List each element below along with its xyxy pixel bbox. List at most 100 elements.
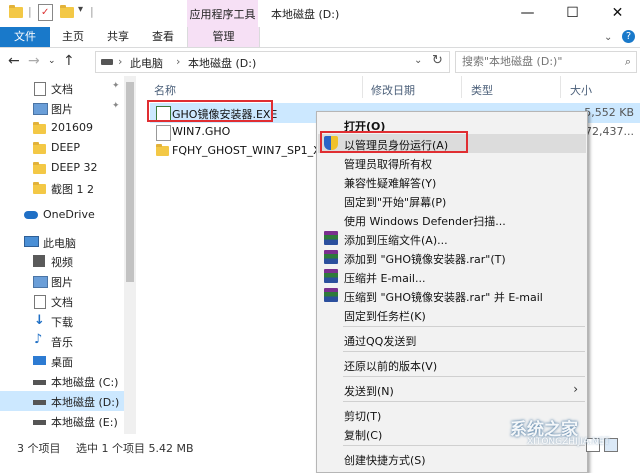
recent-locations-icon[interactable]: ⌄ [48,56,56,66]
tab-view[interactable]: 查看 [145,27,181,47]
nav-item-videos[interactable]: 视频 [0,251,124,271]
nav-item-this-pc[interactable]: 此电脑 [0,232,124,252]
file-icon [156,125,171,141]
tab-home[interactable]: 主页 [55,27,91,47]
menu-item-send-to[interactable]: 发送到(N) › [318,380,586,399]
folder-icon [33,162,46,174]
tab-manage[interactable]: 管理 [187,27,260,47]
pin-icon: ✦ [112,81,120,91]
menu-separator [343,401,585,402]
breadcrumb-this-pc[interactable]: 此电脑 [130,55,163,71]
menu-item-compat-troubleshoot[interactable]: 兼容性疑难解答(Y) [318,172,586,191]
up-arrow-icon[interactable]: ↑ [63,53,75,69]
nav-item-downloads[interactable]: ↓ 下载 [0,311,124,331]
maximize-button[interactable]: ☐ [550,0,595,27]
nav-scrollbar-thumb[interactable] [126,82,134,282]
new-folder-icon[interactable] [60,5,74,18]
properties-icon[interactable]: ✓ [38,4,53,21]
menu-item-send-qq[interactable]: 通过QQ发送到 [318,330,586,349]
column-headers: 名称 修改日期 类型 大小 [140,76,640,98]
breadcrumb-chevron-icon[interactable]: › [176,55,180,68]
column-divider[interactable] [560,76,561,98]
search-box[interactable]: ⌕ [455,51,637,73]
winrar-icon [324,250,338,264]
address-bar[interactable]: › 此电脑 › 本地磁盘 (D:) ⌄ ↻ [95,51,450,73]
nav-item-documents-quick[interactable]: 文档 ✦ [0,78,124,98]
column-size[interactable]: 大小 [570,82,592,98]
folder-icon [9,5,23,18]
menu-separator [343,326,585,327]
menu-item-add-rar[interactable]: 添加到 "GHO镜像安装器.rar"(T) [318,248,586,267]
breadcrumb-drive-d[interactable]: 本地磁盘 (D:) [188,55,256,71]
nav-item-screenshots[interactable]: 截图 1 2 [0,178,124,198]
picture-icon [33,276,48,288]
chevron-right-icon: › [573,382,578,396]
address-dropdown-icon[interactable]: ⌄ [414,55,422,66]
computer-icon [24,236,39,247]
nav-item-desktop[interactable]: 桌面 [0,351,124,371]
window-title: 本地磁盘 (D:) [271,8,340,21]
nav-item-drive-c[interactable]: 本地磁盘 (C:) [0,371,124,391]
highlight-box [147,100,273,122]
menu-item-restore-versions[interactable]: 还原以前的版本(V) [318,355,586,374]
refresh-icon[interactable]: ↻ [432,53,443,68]
nav-item-201609[interactable]: 201609 [0,118,124,138]
menu-item-pin-start[interactable]: 固定到"开始"屏幕(P) [318,191,586,210]
column-divider[interactable] [362,76,363,98]
menu-item-add-archive[interactable]: 添加到压缩文件(A)... [318,229,586,248]
minimize-button[interactable]: — [505,0,550,27]
music-icon: ♪ [34,332,43,347]
nav-item-pictures-quick[interactable]: 图片 ✦ [0,98,124,118]
menu-separator [343,376,585,377]
nav-item-drive-e[interactable]: 本地磁盘 (E:) [0,411,124,431]
nav-item-deep[interactable]: DEEP [0,138,124,158]
menu-item-pin-taskbar[interactable]: 固定到任务栏(K) [318,305,586,324]
winrar-icon [324,231,338,245]
menu-separator [343,351,585,352]
tab-share[interactable]: 共享 [100,27,136,47]
menu-item-defender-scan[interactable]: 使用 Windows Defender扫描... [318,210,586,229]
column-divider[interactable] [461,76,462,98]
forward-arrow-icon[interactable]: → [28,53,40,69]
drive-icon [101,59,113,65]
folder-icon [33,122,46,134]
nav-item-pictures[interactable]: 图片 [0,271,124,291]
pin-icon: ✦ [112,101,120,111]
menu-item-create-shortcut[interactable]: 创建快捷方式(S) [318,449,586,468]
folder-icon [33,182,46,194]
separator: | [90,5,94,18]
nav-item-documents[interactable]: 文档 [0,291,124,311]
drive-icon [33,380,46,385]
desktop-icon [33,356,46,365]
menu-item-take-ownership[interactable]: 管理员取得所有权 [318,153,586,172]
column-name[interactable]: 名称 [154,82,176,98]
chevron-down-icon[interactable]: ▾ [78,4,83,15]
tab-file[interactable]: 文件 [0,27,50,47]
document-icon [34,82,46,96]
menu-item-compress-rar-email[interactable]: 压缩到 "GHO镜像安装器.rar" 并 E-mail [318,286,586,305]
separator: | [28,5,32,18]
expand-ribbon-icon[interactable]: ⌄ [604,32,612,43]
winrar-icon [324,288,338,302]
search-input[interactable] [462,54,612,68]
menu-item-compress-email[interactable]: 压缩并 E-mail... [318,267,586,286]
breadcrumb-chevron-icon[interactable]: › [118,55,122,68]
folder-icon [156,144,169,156]
drive-icon [33,400,46,405]
document-icon [34,295,46,309]
close-button[interactable]: ✕ [595,0,640,27]
column-type[interactable]: 类型 [471,82,493,98]
search-icon[interactable]: ⌕ [625,55,631,69]
help-icon[interactable]: ? [622,30,635,43]
ribbon-tab-bar [0,27,640,48]
item-count: 3 个项目 [17,442,61,455]
watermark-subtitle: XITONGZHIJIA.NET [527,437,610,447]
nav-item-deep32[interactable]: DEEP 32 [0,158,124,178]
nav-item-onedrive[interactable]: OneDrive [0,205,124,225]
download-icon: ↓ [34,313,45,328]
back-arrow-icon[interactable]: ← [8,53,20,69]
nav-item-drive-d[interactable]: 本地磁盘 (D:) [0,391,124,411]
nav-item-music[interactable]: ♪ 音乐 [0,331,124,351]
column-date[interactable]: 修改日期 [371,82,415,98]
selection-info: 选中 1 个项目 5.42 MB [76,442,194,455]
